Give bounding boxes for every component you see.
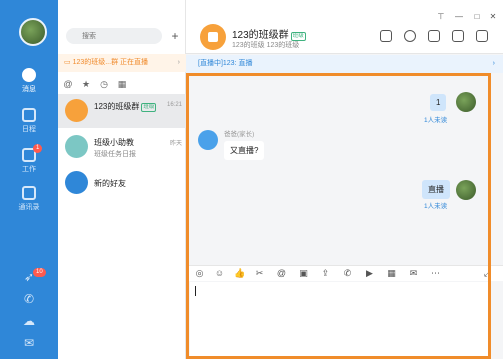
calendar-icon[interactable]: ▦ [116, 78, 128, 90]
conversation-name: 新的好友 [94, 179, 126, 188]
at-icon[interactable]: @ [62, 78, 74, 90]
app-window: 消息 日程 1 工作 通讯录 ➶ 10 ✆ ☁ ✉ 搜索 + ▭ 123的班级.… [0, 0, 503, 359]
pin-icon[interactable]: ⊤ [436, 12, 446, 21]
highlight-frame [186, 73, 491, 359]
rail-work[interactable]: 1 工作 [0, 144, 58, 174]
more-icon[interactable] [476, 30, 488, 42]
maximize-button[interactable]: □ [472, 12, 482, 21]
class-tag: 班级 [141, 103, 157, 112]
chevron-right-icon: › [492, 60, 495, 67]
new-friend-avatar [65, 171, 88, 194]
live-badge: 10 [33, 268, 46, 277]
conversation-item[interactable]: 123的班级群 班级 16:21 [58, 94, 186, 128]
conversation-name: 班级小助教 [94, 138, 134, 147]
conversation-list: + ▭ 123的班级...群 正在直播 › @ ★ ◷ ▦ 123的班级群班级 … [58, 0, 186, 359]
contacts-icon [22, 186, 36, 200]
rail-label: 日程 [22, 126, 36, 133]
rail-cloud[interactable]: ☁ [0, 314, 58, 328]
live-banner[interactable]: ▭ 123的班级...群 正在直播 › [58, 54, 186, 72]
close-button[interactable]: ✕ [488, 12, 498, 21]
rail-messages[interactable]: 消息 [0, 68, 58, 94]
chat-header: ⊤ — □ ✕ 123的班级群 班级 123的班级 123的班级 [186, 0, 503, 54]
chevron-right-icon: › [177, 59, 180, 66]
chat-subtitle: 123的班级 123的班级 [232, 42, 300, 49]
live-status-text: [直播中]123: 直播 [198, 60, 253, 67]
conversation-subtitle: 班级任务日报 [94, 151, 136, 158]
live-banner-icon: ▭ [64, 59, 73, 66]
my-avatar[interactable] [19, 18, 47, 46]
conversation-name: 123的班级群 [94, 102, 140, 111]
left-rail: 消息 日程 1 工作 通讯录 ➶ 10 ✆ ☁ ✉ [0, 0, 58, 359]
rail-live[interactable]: ➶ 10 [0, 268, 58, 284]
add-button[interactable]: + [168, 28, 182, 44]
chat-title-wrap: 123的班级群 班级 [232, 26, 306, 41]
rail-contacts[interactable]: 通讯录 [0, 186, 58, 212]
rail-label: 工作 [22, 166, 36, 173]
search-input[interactable] [66, 28, 162, 44]
star-icon[interactable]: ★ [80, 78, 92, 90]
rail-label: 通讯录 [18, 204, 40, 211]
group-avatar [200, 24, 226, 50]
phone-icon: ✆ [23, 292, 35, 306]
folder-icon[interactable] [428, 30, 440, 42]
rail-phone[interactable]: ✆ [0, 292, 58, 306]
filter-bar: @ ★ ◷ ▦ [58, 76, 186, 92]
assistant-avatar [65, 135, 88, 158]
chat-icon [22, 68, 36, 82]
group-avatar [65, 99, 88, 122]
cloud-icon: ☁ [23, 314, 35, 328]
rail-label: 消息 [22, 86, 36, 93]
conversation-time: 昨天 [169, 141, 182, 147]
calendar-icon [22, 108, 36, 122]
rail-mail[interactable]: ✉ [0, 336, 58, 350]
conversation-item[interactable]: 新的好友 [58, 166, 186, 200]
conversation-name-wrap: 123的班级群 班级 [94, 101, 157, 112]
live-status-bar[interactable]: [直播中]123: 直播 › [186, 55, 503, 73]
live-icon[interactable] [452, 30, 464, 42]
minimize-button[interactable]: — [454, 12, 464, 21]
mail-icon: ✉ [23, 336, 35, 350]
clock-icon[interactable]: ◷ [98, 78, 110, 90]
history-icon[interactable] [404, 30, 416, 42]
rail-schedule[interactable]: 日程 [0, 108, 58, 134]
conversation-item[interactable]: 班级小助教 班级任务日报 昨天 [58, 130, 186, 164]
work-badge: 1 [33, 144, 43, 153]
live-banner-text: 123的班级...群 正在直播 [72, 59, 149, 66]
conversation-time: 16:21 [166, 102, 182, 108]
announcement-icon[interactable] [380, 30, 392, 42]
